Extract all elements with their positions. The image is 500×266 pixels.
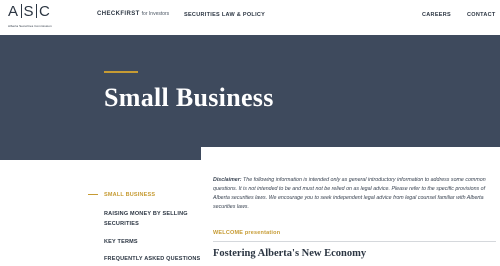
sidebar-item-key-terms[interactable]: KEY TERMS <box>104 237 138 247</box>
section-divider <box>213 241 496 242</box>
logo-letter-a: A <box>8 3 19 20</box>
logo-mark: ASC <box>8 4 52 20</box>
logo-separator <box>20 4 22 18</box>
site-header: ASC Alberta Securities Commission CHECKF… <box>0 0 500 35</box>
checkfirst-brand: CHECKFIRST <box>97 11 140 17</box>
active-indicator <box>88 194 98 195</box>
hero-accent-rule <box>104 71 138 73</box>
nav-careers[interactable]: CAREERS <box>422 12 451 18</box>
page-title: Small Business <box>104 83 274 112</box>
hero-banner: Small Business <box>0 35 500 160</box>
logo-separator <box>36 4 38 18</box>
section-heading: Fostering Alberta's New Economy <box>213 248 367 259</box>
disclaimer-text: Disclaimer: The following information is… <box>213 176 495 212</box>
sidebar-item-label-line1: RAISING MONEY BY SELLING <box>104 211 188 217</box>
asc-logo[interactable]: ASC Alberta Securities Commission <box>8 4 52 29</box>
nav-contact[interactable]: CONTACT <box>467 12 496 18</box>
logo-letter-s: S <box>23 3 35 20</box>
disclaimer-label: Disclaimer: <box>213 177 242 183</box>
checkfirst-subtitle: for Investors <box>141 11 170 17</box>
logo-subtitle: Alberta Securities Commission <box>8 24 52 28</box>
disclaimer-body: The following information is intended on… <box>213 177 486 210</box>
sidebar-item-raising-money[interactable]: RAISING MONEY BY SELLING SECURITIES <box>104 209 188 229</box>
nav-checkfirst[interactable]: CHECKFIRST for Investors <box>97 11 169 17</box>
sidebar-item-small-business[interactable]: SMALL BUSINESS <box>104 190 155 200</box>
sidebar-item-faq[interactable]: FREQUENTLY ASKED QUESTIONS <box>104 254 200 264</box>
nav-securities-law[interactable]: SECURITIES LAW & POLICY <box>184 12 265 18</box>
sidebar-item-label-line2: SECURITIES <box>104 221 140 227</box>
logo-letter-c: C <box>39 3 51 20</box>
welcome-presentation-link[interactable]: WELCOME presentation <box>213 230 280 236</box>
